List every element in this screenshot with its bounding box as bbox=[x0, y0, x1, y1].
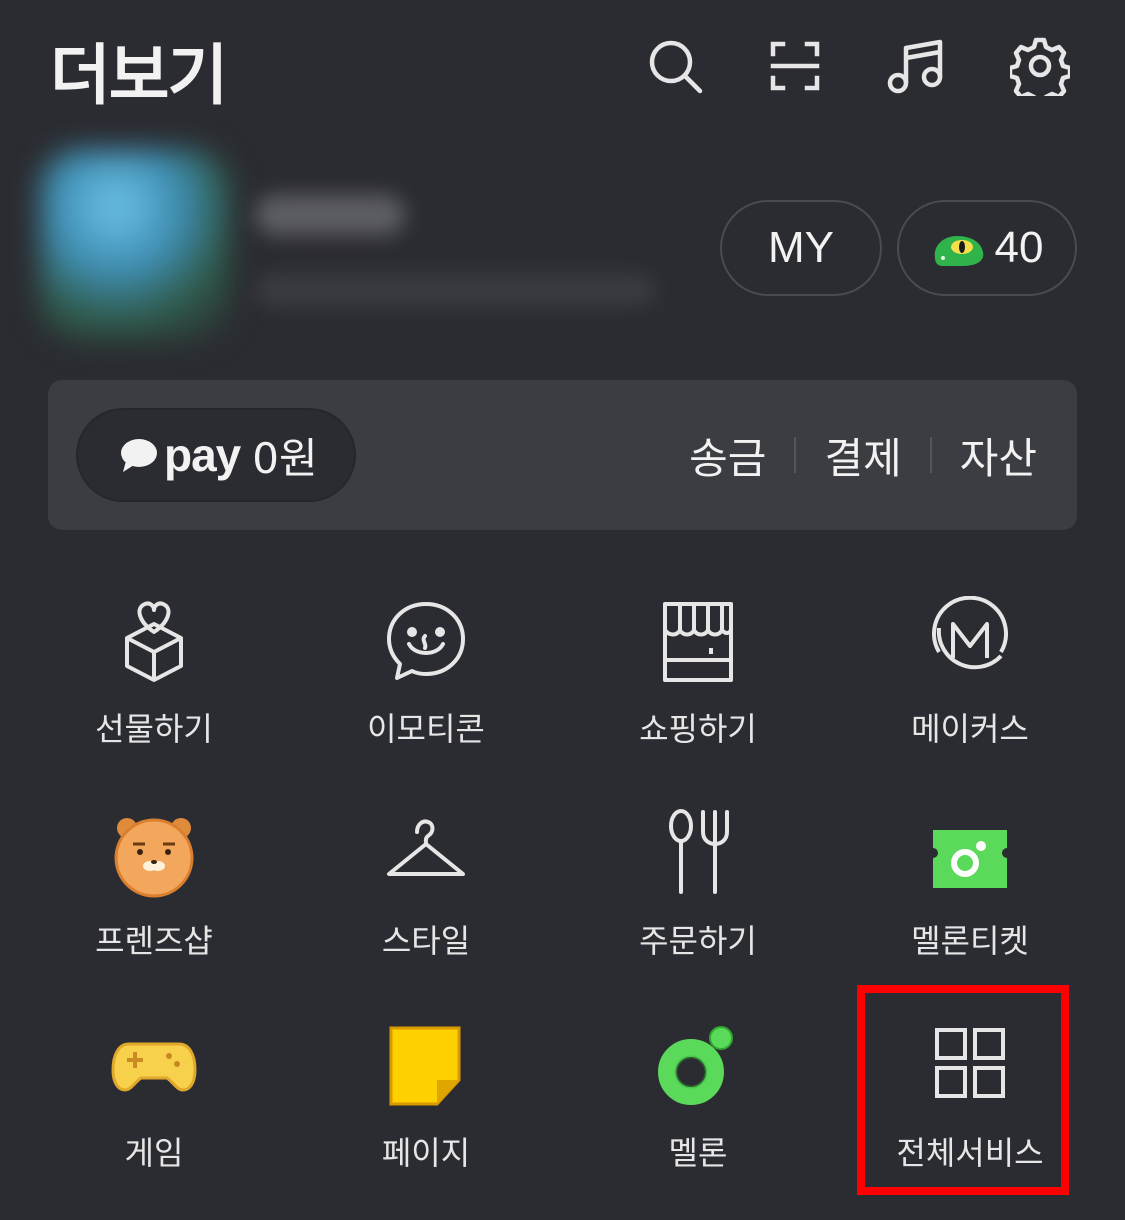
search-icon[interactable] bbox=[645, 36, 705, 96]
service-label: 쇼핑하기 bbox=[639, 710, 757, 748]
profile-section[interactable]: MY 40 bbox=[0, 140, 1125, 360]
melon-ticket-icon bbox=[925, 808, 1015, 898]
service-label: 멜론 bbox=[668, 1134, 728, 1172]
service-melon-ticket[interactable]: 멜론티켓 bbox=[834, 792, 1106, 992]
pay-bubble-icon bbox=[121, 439, 157, 472]
service-label: 스타일 bbox=[381, 922, 471, 960]
scan-icon[interactable] bbox=[765, 36, 825, 96]
service-label: 이모티콘 bbox=[367, 710, 485, 748]
hanger-icon bbox=[381, 808, 471, 898]
melon-icon bbox=[653, 1020, 743, 1110]
service-label: 메이커스 bbox=[911, 710, 1029, 748]
avatar[interactable] bbox=[40, 150, 230, 340]
pay-brand: pay bbox=[164, 429, 241, 481]
pay-send-button[interactable]: 송금 bbox=[661, 425, 794, 486]
header: 더보기 bbox=[0, 0, 1125, 130]
highlight-box bbox=[857, 985, 1069, 1195]
shop-icon bbox=[653, 596, 743, 686]
service-label: 선물하기 bbox=[95, 710, 213, 748]
points-value: 40 bbox=[994, 223, 1044, 272]
service-shopping[interactable]: 쇼핑하기 bbox=[562, 580, 834, 780]
gamepad-icon bbox=[109, 1020, 199, 1110]
service-friendsshop[interactable]: 프렌즈샵 bbox=[18, 792, 290, 992]
page-icon bbox=[381, 1020, 471, 1110]
service-game[interactable]: 게임 bbox=[18, 1004, 290, 1204]
pay-balance-button[interactable]: pay 0원 bbox=[76, 408, 356, 502]
service-order[interactable]: 주문하기 bbox=[562, 792, 834, 992]
service-label: 게임 bbox=[124, 1134, 184, 1172]
makers-icon bbox=[925, 595, 1015, 686]
service-gift[interactable]: 선물하기 bbox=[18, 580, 290, 780]
service-label: 프렌즈샵 bbox=[95, 922, 213, 960]
my-button[interactable]: MY bbox=[720, 200, 882, 296]
service-page[interactable]: 페이지 bbox=[290, 1004, 562, 1204]
pay-card: pay 0원 송금 결제 자산 bbox=[48, 380, 1077, 530]
pay-balance: 0원 bbox=[252, 433, 318, 483]
point-character-icon bbox=[934, 236, 983, 266]
service-label: 멜론티켓 bbox=[911, 922, 1029, 960]
pay-actions: 송금 결제 자산 bbox=[661, 420, 1037, 490]
emoticon-icon bbox=[381, 596, 471, 686]
friends-ryan-icon bbox=[109, 808, 199, 898]
service-label: 주문하기 bbox=[639, 922, 757, 960]
my-button-label: MY bbox=[768, 223, 834, 272]
gift-icon bbox=[109, 596, 199, 686]
pay-payment-button[interactable]: 결제 bbox=[796, 425, 929, 486]
profile-status-blurred bbox=[255, 275, 655, 305]
page-title: 더보기 bbox=[50, 37, 228, 114]
service-style[interactable]: 스타일 bbox=[290, 792, 562, 992]
pay-assets-button[interactable]: 자산 bbox=[932, 425, 1037, 486]
service-label: 페이지 bbox=[381, 1134, 471, 1172]
fork-spoon-icon bbox=[653, 808, 743, 898]
service-emoticon[interactable]: 이모티콘 bbox=[290, 580, 562, 780]
profile-name-blurred bbox=[255, 195, 405, 235]
service-melon[interactable]: 멜론 bbox=[562, 1004, 834, 1204]
music-icon[interactable] bbox=[886, 36, 946, 96]
service-makers[interactable]: 메이커스 bbox=[834, 580, 1106, 780]
settings-icon[interactable] bbox=[1007, 36, 1073, 107]
points-button[interactable]: 40 bbox=[897, 200, 1077, 296]
